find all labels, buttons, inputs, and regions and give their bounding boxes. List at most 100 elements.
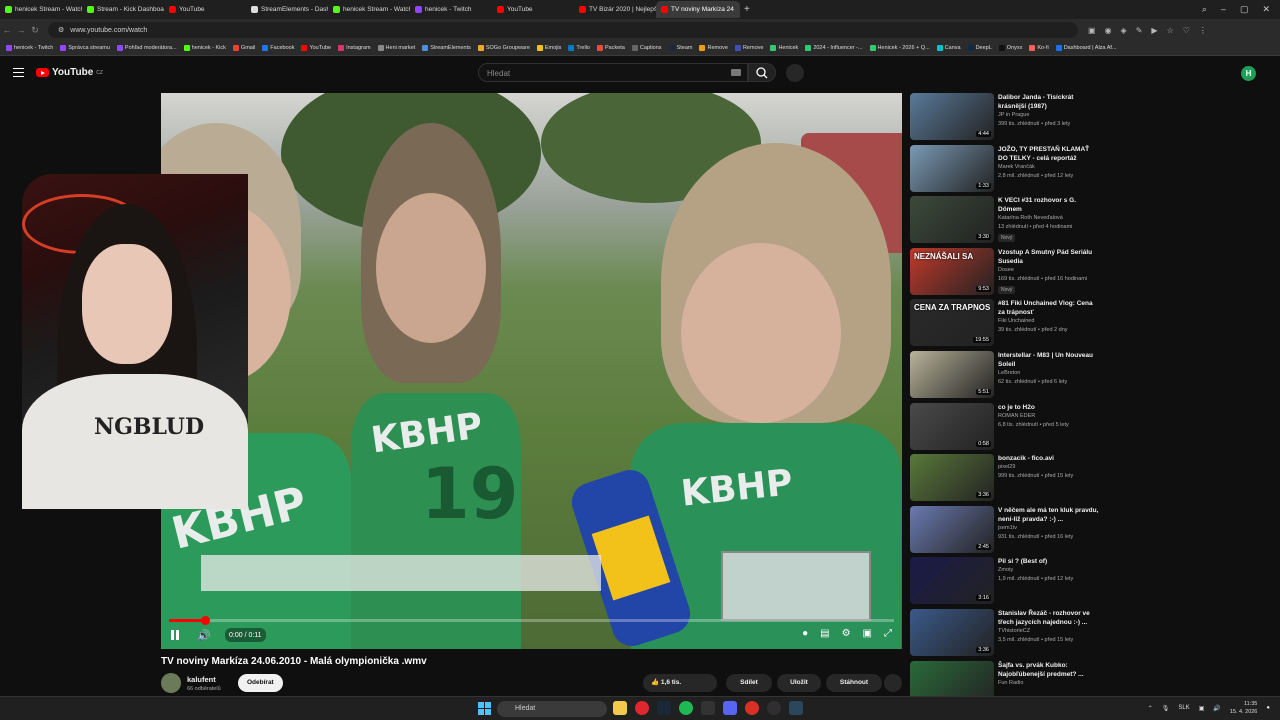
bookmark-item[interactable]: Trello	[568, 45, 590, 51]
search-input[interactable]: Hledat	[478, 63, 748, 82]
taskbar-search[interactable]: Hledat	[497, 701, 607, 717]
browser-tab[interactable]: YouTube	[164, 1, 246, 18]
channel-avatar[interactable]	[161, 673, 181, 693]
channel-name[interactable]: kalufent	[187, 675, 216, 684]
recommended-channel-name[interactable]: Katarína Roth Neveďalová	[998, 215, 1063, 221]
browser-tab[interactable]: Stream - Kick Dashboard	[82, 1, 164, 18]
recommended-video-title[interactable]: Stanislav Řezáč - rozhovor ve třech jazy…	[998, 609, 1100, 627]
bookmark-item[interactable]: Captions	[631, 45, 662, 51]
pause-button[interactable]	[171, 628, 183, 642]
recommended-video-title[interactable]: K VECI #31 rozhovor s G. Dömem	[998, 196, 1100, 214]
camera-icon[interactable]: ◉	[1105, 26, 1112, 35]
video-thumbnail[interactable]: 3:16	[910, 557, 994, 605]
bookmark-item[interactable]: Instagram	[338, 45, 371, 51]
bookmark-item[interactable]: Canva	[936, 45, 961, 51]
video-thumbnail[interactable]: CENA ZA TRAPNOS 19:55	[910, 299, 994, 347]
recommended-channel-name[interactable]: jsem1tv	[998, 525, 1017, 531]
recommended-video[interactable]: CENA ZA TRAPNOS 19:55 #81 Fiki Unchained V…	[910, 299, 1100, 347]
bookmark-item[interactable]: YouTube	[301, 45, 331, 51]
recommended-video-title[interactable]: Dalibor Janda - Tisíckrát krásnější (198…	[998, 93, 1100, 111]
bookmark-item[interactable]: Dashboard | Alza Af...	[1055, 45, 1117, 51]
bookmark-item[interactable]: StreamElements	[422, 45, 471, 51]
menu-icon[interactable]: ⋮	[1199, 26, 1207, 35]
video-thumbnail[interactable]: 3:36	[910, 609, 994, 656]
reload-icon[interactable]: ↻	[28, 25, 42, 36]
browser-tab[interactable]: henicek - Twitch	[410, 1, 492, 18]
account-avatar[interactable]: H	[1241, 66, 1256, 81]
bookmark-item[interactable]: Packeta	[596, 45, 625, 51]
recommended-channel-name[interactable]: ROMAN EDER	[998, 413, 1035, 419]
recommended-video[interactable]: 1:33 JOŽO, TY PRESTAŇ KLAMAŤ DO TELKY - c…	[910, 144, 1100, 193]
browser-tab[interactable]: henicek Stream - Watch Li	[0, 1, 82, 18]
discord-icon[interactable]	[723, 701, 737, 715]
bookmark-item[interactable]: henicek - Kick	[183, 45, 226, 51]
steam-app-icon[interactable]	[789, 701, 803, 715]
recommended-channel-name[interactable]: Fiki Unchained	[998, 318, 1034, 324]
bookmark-item[interactable]: henicek - Twitch	[6, 45, 53, 51]
new-tab-icon[interactable]: +	[744, 4, 750, 15]
recommended-channel-name[interactable]: Fun Radio	[998, 680, 1023, 686]
bookmark-item[interactable]: Gmail	[232, 45, 255, 51]
recommended-video-title[interactable]: #81 Fiki Unchained Vlog: Cena za trápnos…	[998, 299, 1100, 317]
hamburger-menu-icon[interactable]	[13, 68, 24, 77]
windows-start-icon[interactable]	[478, 702, 491, 715]
recommended-video[interactable]: 2:45 V něčem ale má ten kluk pravdu, není…	[910, 505, 1100, 554]
video-thumbnail[interactable]: 2:45	[910, 505, 994, 553]
video-thumbnail[interactable]: 3:36	[910, 454, 994, 502]
recommended-video-title[interactable]: co je to H2o	[998, 403, 1100, 412]
recommended-video-title[interactable]: Interstellar - M83 | Un Nouveau Soleil	[998, 351, 1100, 369]
close-icon[interactable]: ✕	[1262, 4, 1270, 15]
share-button[interactable]: Sdílet	[726, 674, 772, 692]
recommended-channel-name[interactable]: LeBreton	[998, 370, 1020, 376]
download-button[interactable]: Stáhnout	[826, 674, 882, 692]
video-thumbnail[interactable]: 3:30	[910, 196, 994, 244]
bookmark-item[interactable]: Heni market	[377, 45, 415, 51]
site-info-icon[interactable]: ⚙	[58, 26, 64, 34]
video-thumbnail[interactable]: 4:44	[910, 93, 994, 140]
file-explorer-icon[interactable]	[613, 701, 627, 715]
heart-icon[interactable]: ♡	[1183, 26, 1190, 35]
maximize-icon[interactable]: ▢	[1240, 4, 1249, 15]
like-button[interactable]: 👍 1,6 tis.	[643, 674, 717, 692]
recommended-video-title[interactable]: Vzostup A Smutný Pád Seriálu Susedia	[998, 248, 1100, 266]
bookmark-item[interactable]: SOGo Groupware	[477, 45, 530, 51]
search-tabs-icon[interactable]: ⌕	[1202, 4, 1207, 15]
settings-gear-icon[interactable]: ⚙	[842, 628, 851, 639]
bookmark-item[interactable]: Remove	[699, 45, 728, 51]
steam-icon[interactable]	[657, 701, 671, 715]
video-thumbnail[interactable]: 5:51	[910, 351, 994, 398]
opera-icon[interactable]	[635, 701, 649, 715]
voice-search-icon[interactable]	[786, 64, 804, 82]
recommended-channel-name[interactable]: JP in Prague	[998, 112, 1029, 118]
network-icon[interactable]: ▣	[1199, 705, 1205, 712]
bookmark-icon[interactable]: ☆	[1167, 26, 1174, 35]
recommended-video[interactable]: 0:58 co je to H2o ROMAN EDER 6,8 tis. zhléd…	[910, 402, 1100, 451]
tray-arrow-icon[interactable]: ⌃	[1148, 705, 1153, 712]
search-button[interactable]	[748, 63, 776, 82]
microphone-icon[interactable]: 🎙	[1162, 705, 1170, 712]
obs-icon[interactable]	[767, 701, 781, 715]
recommended-video-title[interactable]: Šajfa vs. prvák Kubko: Najobľúbenejší pr…	[998, 661, 1100, 679]
keyboard-icon[interactable]	[731, 69, 741, 76]
url-field[interactable]: ⚙ www.youtube.com/watch	[48, 22, 1078, 38]
language-indicator[interactable]: SLK	[1178, 705, 1189, 711]
install-icon[interactable]: ▣	[1088, 26, 1096, 35]
bookmark-item[interactable]: Emojis	[536, 45, 561, 51]
autoplay-toggle-icon[interactable]: ●	[802, 628, 808, 639]
recommended-video[interactable]: NEZNÁŠALI SA 9:53 Vzostup A Smutný Pád Ser…	[910, 247, 1100, 296]
forward-icon[interactable]: →	[14, 25, 28, 35]
xbox-icon[interactable]	[701, 701, 715, 715]
browser-tab[interactable]: henicek Stream - Watch Li	[328, 1, 410, 18]
fullscreen-icon[interactable]: ⤢	[884, 628, 892, 639]
speaker-icon[interactable]: 🔊	[1213, 705, 1220, 712]
recommended-video[interactable]: 3:16 Pil si ? (Best of) Zmoty 1,9 mil. zhlé…	[910, 557, 1100, 605]
recommended-video[interactable]: 3:36 Stanislav Řezáč - rozhovor ve třech …	[910, 609, 1100, 657]
bookmark-item[interactable]: Ko-fi	[1029, 45, 1049, 51]
subtitles-icon[interactable]: ▤	[820, 628, 829, 639]
back-icon[interactable]: ←	[0, 25, 14, 35]
recommended-video[interactable]: 5:51 Interstellar - M83 | Un Nouveau Sole…	[910, 351, 1100, 399]
recommended-video-title[interactable]: bonzacik - fico.avi	[998, 454, 1100, 463]
video-thumbnail[interactable]: NEZNÁŠALI SA 9:53	[910, 247, 994, 295]
minimize-icon[interactable]: –	[1221, 4, 1226, 15]
recommended-video[interactable]: 3:30 K VECI #31 rozhovor s G. Dömem Katarí…	[910, 196, 1100, 244]
